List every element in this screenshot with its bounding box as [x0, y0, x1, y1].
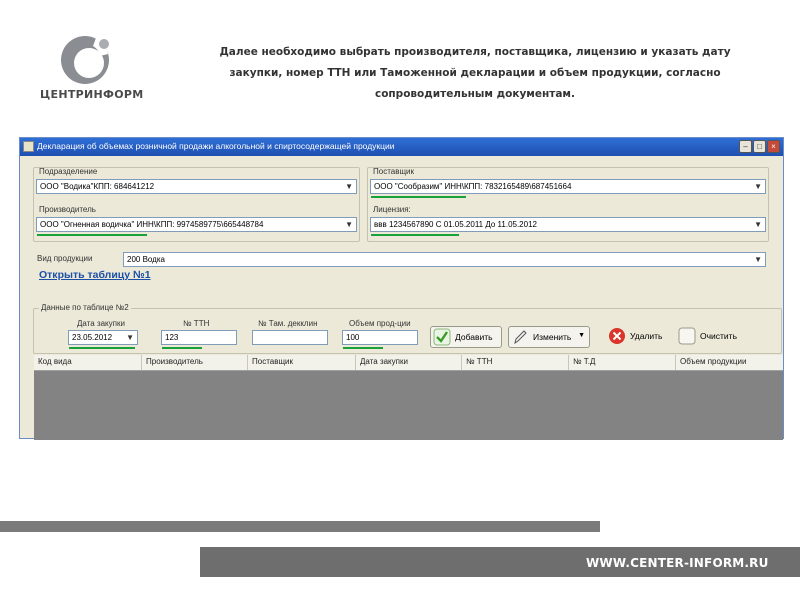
customs-label: № Там. декклин [258, 319, 318, 328]
chevron-down-icon: ▼ [754, 255, 762, 264]
open-table-1-link[interactable]: Открыть таблицу №1 [39, 269, 151, 281]
license-label: Лицензия: [373, 205, 411, 214]
chevron-down-icon: ▼ [754, 220, 762, 229]
chevron-down-icon: ▼ [126, 333, 134, 342]
ttn-label: № ТТН [183, 319, 210, 328]
chevron-down-icon: ▼ [345, 182, 353, 191]
maximize-button[interactable]: □ [753, 140, 766, 153]
intro-line-2: закупки, номер ТТН или Таможенной деклар… [229, 67, 721, 79]
window-titlebar: Декларация об объемах розничной продажи … [20, 138, 783, 156]
volume-highlight [343, 347, 383, 349]
producer-value: ООО "Огненная водичка" ИНН\КПП: 99745897… [40, 220, 264, 229]
chevron-down-icon: ▼ [754, 182, 762, 191]
division-select[interactable]: ООО "Водика"КПП: 684641212 ▼ [36, 179, 357, 194]
data-grid[interactable]: Код вида Производитель Поставщик Дата за… [34, 355, 783, 440]
logo-text: ЦЕНТРИНФОРМ [40, 88, 144, 101]
division-value: ООО "Водика"КПП: 684641212 [40, 182, 155, 191]
producer-select[interactable]: ООО "Огненная водичка" ИНН\КПП: 99745897… [36, 217, 357, 232]
clear-button[interactable]: Очистить [676, 326, 744, 348]
grid-col-date[interactable]: Дата закупки [356, 355, 462, 370]
window-app-icon [23, 141, 34, 152]
grid-col-producer[interactable]: Производитель [142, 355, 248, 370]
delete-icon [609, 328, 625, 344]
delete-button[interactable]: Удалить [606, 326, 672, 348]
customs-input[interactable] [252, 330, 328, 345]
grid-col-volume[interactable]: Объем продукции [676, 355, 783, 370]
checkmark-icon [433, 328, 451, 346]
intro-text: Далее необходимо выбрать производителя, … [190, 42, 760, 105]
intro-line-3: сопроводительным документам. [374, 88, 575, 100]
grid-col-td[interactable]: № Т.Д [569, 355, 676, 370]
volume-input[interactable]: 100 [342, 330, 418, 345]
grid-col-supplier[interactable]: Поставщик [248, 355, 356, 370]
purchase-date-label: Дата закупки [77, 319, 125, 328]
grid-header: Код вида Производитель Поставщик Дата за… [34, 355, 783, 371]
declaration-window: Декларация об объемах розничной продажи … [19, 137, 784, 440]
supplier-label: Поставщик [373, 167, 415, 176]
clear-button-label: Очистить [700, 331, 738, 341]
date-highlight [69, 347, 135, 349]
license-value: ввв 1234567890 С 01.05.2011 До 11.05.201… [374, 220, 537, 229]
window-title: Декларация об объемах розничной продажи … [37, 141, 395, 151]
clear-icon [678, 327, 696, 345]
footer-url: WWW.CENTER-INFORM.RU [586, 556, 769, 570]
chevron-down-icon: ▼ [345, 220, 353, 229]
product-type-value: 200 Водка [127, 255, 165, 264]
intro-line-1: Далее необходимо выбрать производителя, … [219, 46, 731, 58]
product-type-select[interactable]: 200 Водка ▼ [123, 252, 766, 267]
pencil-icon [514, 330, 527, 345]
grid-col-code[interactable]: Код вида [34, 355, 142, 370]
supplier-value: ООО "Сообразим" ИНН\КПП: 7832165489\6874… [374, 182, 572, 191]
purchase-date-value: 23.05.2012 [72, 333, 113, 342]
add-button[interactable]: Добавить [430, 326, 502, 348]
product-type-label: Вид продукции [37, 254, 93, 263]
producer-label: Производитель [39, 205, 96, 214]
add-button-label: Добавить [455, 332, 493, 342]
license-select[interactable]: ввв 1234567890 С 01.05.2011 До 11.05.201… [370, 217, 766, 232]
minimize-button[interactable]: – [739, 140, 752, 153]
grid-col-ttn[interactable]: № ТТН [462, 355, 569, 370]
decorative-bar-top [0, 521, 600, 532]
division-label: Подразделение [39, 167, 98, 176]
producer-highlight [37, 234, 147, 236]
purchase-date-picker[interactable]: 23.05.2012 ▼ [68, 330, 138, 345]
dropdown-arrow-icon: ▼ [578, 332, 585, 339]
license-highlight [371, 234, 459, 236]
volume-label: Объем прод-ции [349, 319, 411, 328]
edit-button-label: Изменить [533, 332, 572, 342]
ttn-highlight [162, 347, 202, 349]
ttn-input[interactable]: 123 [161, 330, 237, 345]
edit-button[interactable]: Изменить ▼ [508, 326, 590, 348]
delete-button-label: Удалить [630, 331, 663, 341]
supplier-select[interactable]: ООО "Сообразим" ИНН\КПП: 7832165489\6874… [370, 179, 766, 194]
supplier-highlight [371, 196, 466, 198]
table2-group-label: Данные по таблице №2 [39, 303, 131, 312]
close-button[interactable]: × [767, 140, 780, 153]
